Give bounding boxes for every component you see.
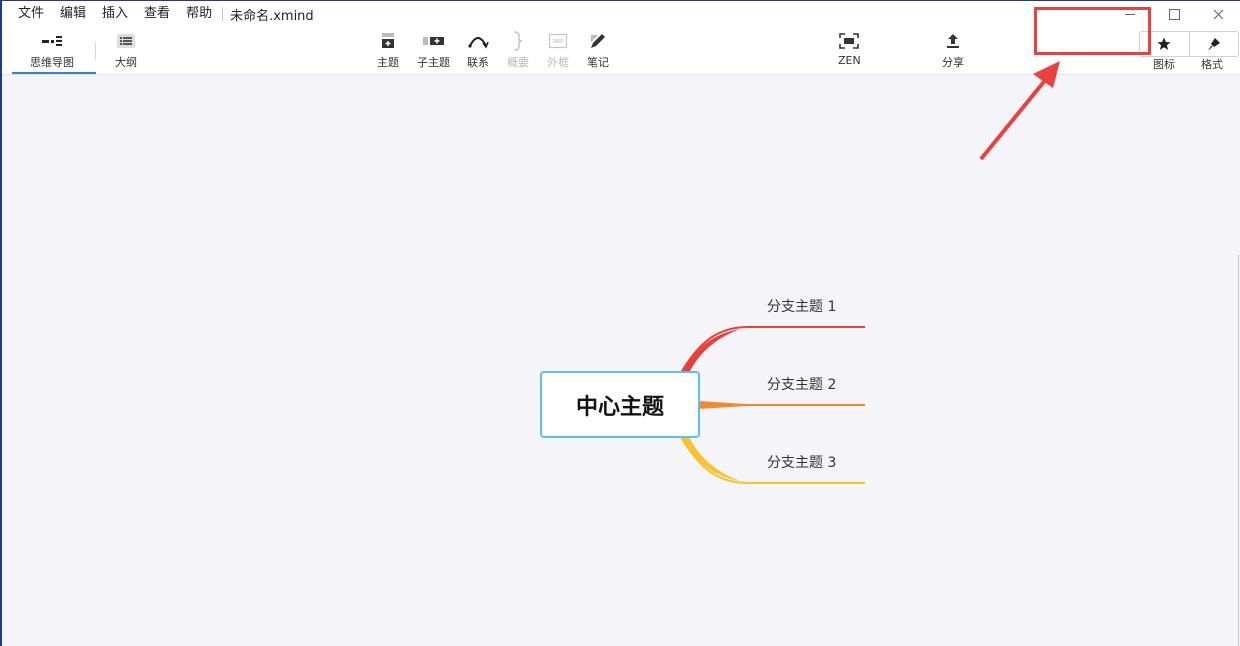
branch-connector-2 bbox=[698, 401, 746, 409]
central-topic[interactable]: 中心主题 bbox=[540, 371, 700, 438]
branch-connector-3 bbox=[681, 437, 740, 481]
annotation-arrow bbox=[979, 76, 1049, 161]
branch-connector-1 bbox=[681, 329, 740, 373]
branch-topic-2[interactable]: 分支主题 2 bbox=[767, 374, 836, 394]
annotation-arrowhead bbox=[1033, 61, 1060, 88]
central-topic-text: 中心主题 bbox=[575, 394, 664, 420]
branch-connector-1 bbox=[680, 326, 865, 374]
mindmap-canvas bbox=[680, 61, 1060, 484]
branch-topic-3[interactable]: 分支主题 3 bbox=[767, 452, 836, 472]
annotation-highlight-box bbox=[1034, 7, 1151, 55]
branch-topic-1[interactable]: 分支主题 1 bbox=[767, 296, 836, 316]
vertical-scrollbar[interactable] bbox=[1238, 255, 1239, 646]
